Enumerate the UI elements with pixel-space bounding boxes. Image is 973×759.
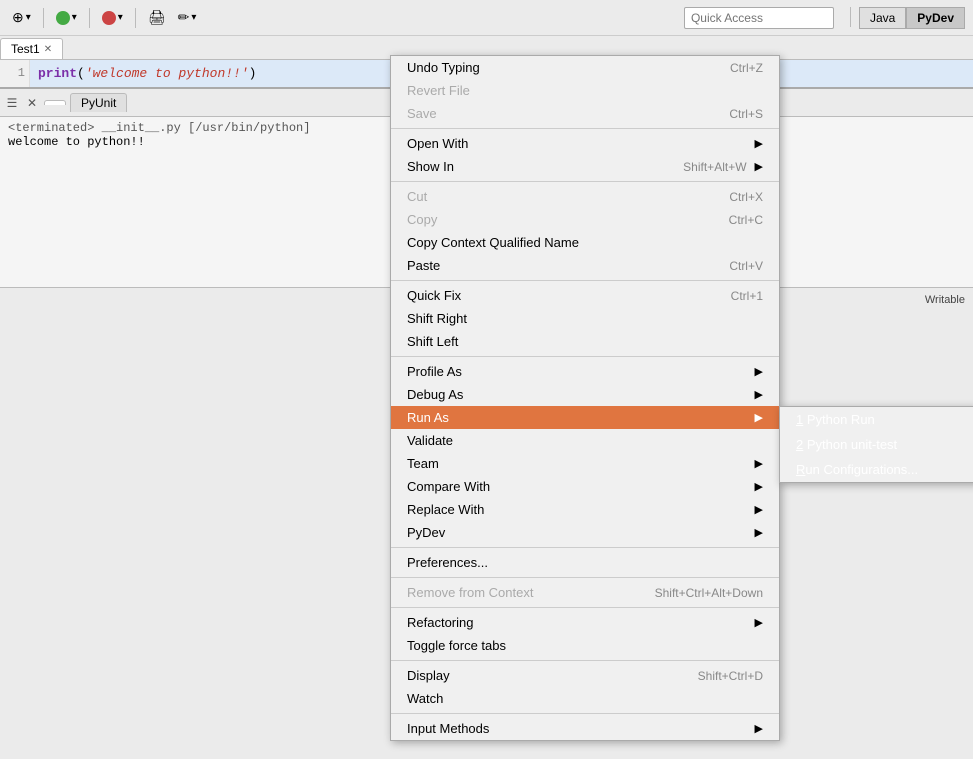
toolbar-btn-3[interactable]: ▾ <box>98 9 127 27</box>
menu-item-validate[interactable]: Validate <box>391 429 779 452</box>
quick-access-input[interactable] <box>684 7 834 29</box>
console-tab-main[interactable] <box>44 100 66 105</box>
submenu-item-python-run[interactable]: 1 Python Run <box>780 407 973 432</box>
menu-item-input-methods[interactable]: Input Methods ▶ <box>391 717 779 740</box>
line-numbers: 1 <box>0 60 30 87</box>
code-paren-open: ( <box>77 66 85 81</box>
menu-item-team[interactable]: Team ▶ <box>391 452 779 475</box>
arrow-icon: ▶ <box>755 365 763 378</box>
separator-6 <box>391 577 779 578</box>
arrow-icon: ▶ <box>755 388 763 401</box>
menu-item-save: Save Ctrl+S <box>391 102 779 125</box>
menu-item-quick-fix[interactable]: Quick Fix Ctrl+1 <box>391 284 779 307</box>
menu-item-refactoring[interactable]: Refactoring ▶ <box>391 611 779 634</box>
separator-9 <box>391 713 779 714</box>
menu-item-open-with[interactable]: Open With ▶ <box>391 132 779 155</box>
menu-item-shift-left[interactable]: Shift Left <box>391 330 779 353</box>
menu-item-copy-context[interactable]: Copy Context Qualified Name <box>391 231 779 254</box>
toolbar-btn-1[interactable]: ⊕ ▾ <box>8 7 35 28</box>
separator-7 <box>391 607 779 608</box>
menu-item-paste[interactable]: Paste Ctrl+V <box>391 254 779 277</box>
separator-4 <box>391 356 779 357</box>
menu-item-pydev[interactable]: PyDev ▶ <box>391 521 779 544</box>
menu-item-display[interactable]: Display Shift+Ctrl+D <box>391 664 779 687</box>
menu-item-show-in[interactable]: Show In Shift+Alt+W ▶ <box>391 155 779 178</box>
toolbar-btn-edit[interactable]: ✏ ▾ <box>174 7 201 28</box>
arrow-icon: ▶ <box>755 160 763 173</box>
menu-item-run-as[interactable]: Run As ▶ 1 Python Run 2 Python unit-test… <box>391 406 779 429</box>
run-as-submenu: 1 Python Run 2 Python unit-test Run Conf… <box>779 406 973 483</box>
menu-item-watch[interactable]: Watch <box>391 687 779 710</box>
context-menu: Undo Typing Ctrl+Z Revert File Save Ctrl… <box>390 55 780 741</box>
java-perspective-button[interactable]: Java <box>859 7 906 29</box>
separator-3 <box>391 280 779 281</box>
toolbar-icons: ⊕ ▾ ▾ ▾ 🖨 ✏ ▾ <box>8 7 684 28</box>
arrow-icon: ▶ <box>755 503 763 516</box>
menu-item-remove-context: Remove from Context Shift+Ctrl+Alt+Down <box>391 581 779 604</box>
console-icon-x[interactable]: ✕ <box>24 95 40 111</box>
perspective-buttons: Java PyDev <box>842 7 965 29</box>
arrow-icon: ▶ <box>755 137 763 150</box>
arrow-icon: ▶ <box>755 616 763 629</box>
writable-status: Writable <box>925 294 965 306</box>
toolbar-btn-print[interactable]: 🖨 <box>144 7 170 28</box>
code-paren-close: ) <box>249 66 257 81</box>
menu-item-undo-typing[interactable]: Undo Typing Ctrl+Z <box>391 56 779 79</box>
toolbar-sep-2 <box>89 8 90 28</box>
menu-item-toggle-force-tabs[interactable]: Toggle force tabs <box>391 634 779 657</box>
menu-item-debug-as[interactable]: Debug As ▶ <box>391 383 779 406</box>
menu-item-copy: Copy Ctrl+C <box>391 208 779 231</box>
editor-tab-test1[interactable]: Test1 ✕ <box>0 38 63 59</box>
menu-item-preferences[interactable]: Preferences... <box>391 551 779 574</box>
menu-item-revert-file: Revert File <box>391 79 779 102</box>
code-string: 'welcome to python!!' <box>85 66 249 81</box>
arrow-icon: ▶ <box>755 722 763 735</box>
menu-item-profile-as[interactable]: Profile As ▶ <box>391 360 779 383</box>
console-icon-1[interactable]: ☰ <box>4 95 20 111</box>
toolbar-sep-1 <box>43 8 44 28</box>
tab-label: Test1 <box>11 42 40 56</box>
toolbar-sep-4 <box>850 7 851 27</box>
line-number-1: 1 <box>4 66 25 80</box>
menu-item-shift-right[interactable]: Shift Right <box>391 307 779 330</box>
menu-item-compare-with[interactable]: Compare With ▶ <box>391 475 779 498</box>
separator-2 <box>391 181 779 182</box>
toolbar-btn-2[interactable]: ▾ <box>52 9 81 27</box>
toolbar-sep-3 <box>135 8 136 28</box>
separator-1 <box>391 128 779 129</box>
top-toolbar: ⊕ ▾ ▾ ▾ 🖨 ✏ ▾ Java PyDev <box>0 0 973 36</box>
separator-5 <box>391 547 779 548</box>
arrow-icon: ▶ <box>755 526 763 539</box>
submenu-item-python-unittest[interactable]: 2 Python unit-test <box>780 432 973 457</box>
arrow-icon: ▶ <box>755 411 763 424</box>
menu-item-cut: Cut Ctrl+X <box>391 185 779 208</box>
menu-item-replace-with[interactable]: Replace With ▶ <box>391 498 779 521</box>
submenu-item-run-configurations[interactable]: Run Configurations... <box>780 457 973 482</box>
console-tab-pyunit[interactable]: PyUnit <box>70 93 127 112</box>
separator-8 <box>391 660 779 661</box>
pydev-perspective-button[interactable]: PyDev <box>906 7 965 29</box>
tab-close-icon[interactable]: ✕ <box>44 44 52 55</box>
arrow-icon: ▶ <box>755 457 763 470</box>
arrow-icon: ▶ <box>755 480 763 493</box>
code-print-keyword: print <box>38 66 77 81</box>
